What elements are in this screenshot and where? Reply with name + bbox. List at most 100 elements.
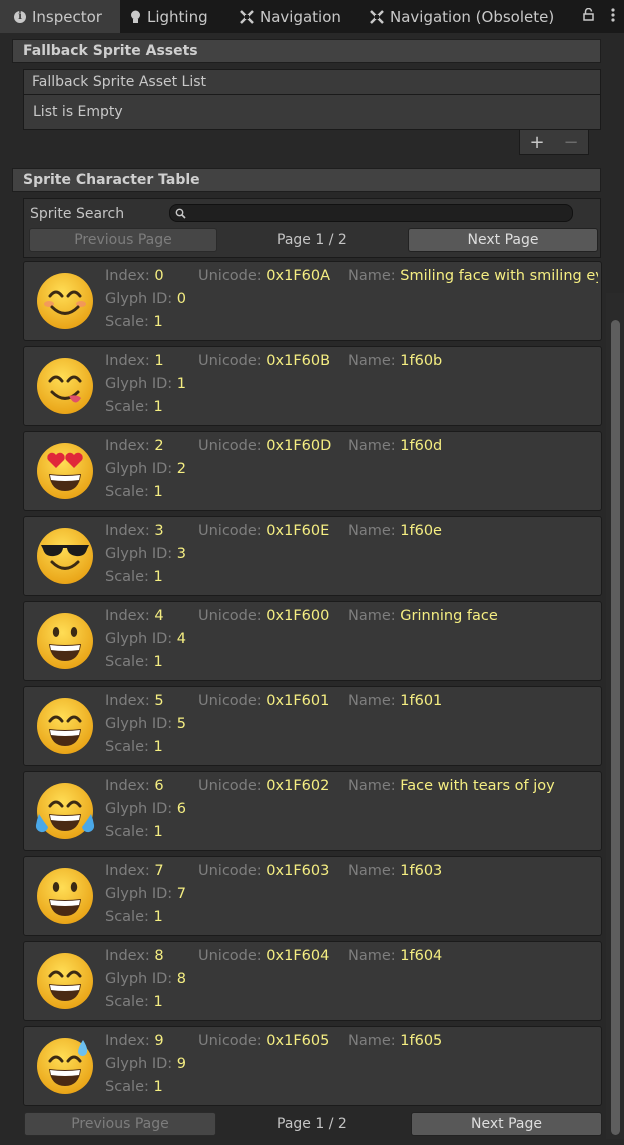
sprite-character-card[interactable]: Index: 0 Glyph ID: 0 Scale: 1 Unicode: 0x1F…	[23, 261, 602, 341]
emoji-grinning-sweat-icon	[35, 1036, 95, 1096]
index-field: Index: 9	[105, 1033, 164, 1049]
name-value: 1f60b	[400, 353, 443, 369]
unicode-value: 0x1F605	[266, 1033, 330, 1049]
glyph-id-field: Glyph ID: 6	[105, 801, 186, 817]
sprite-character-card[interactable]: Index: 7 Glyph ID: 7 Scale: 1 Unicode: 0x1F…	[23, 856, 602, 936]
scale-field: Scale: 1	[105, 314, 163, 330]
previous-page-button[interactable]: Previous Page	[29, 228, 217, 252]
empty-list-text: List is Empty	[33, 104, 123, 120]
sprite-search-input[interactable]	[169, 204, 573, 222]
lock-icon[interactable]	[583, 7, 594, 25]
unicode-field: Unicode: 0x1F600	[198, 608, 329, 624]
next-page-button-bottom[interactable]: Next Page	[411, 1112, 602, 1136]
sprite-character-card[interactable]: Index: 6 Glyph ID: 6 Scale: 1 Unicode: 0x1F…	[23, 771, 602, 851]
scale-label: Scale:	[105, 739, 154, 755]
scale-field: Scale: 1	[105, 484, 163, 500]
sprite-character-card[interactable]: Index: 5 Glyph ID: 5 Scale: 1 Unicode: 0x1F…	[23, 686, 602, 766]
name-value: 1f60d	[400, 438, 443, 454]
scale-field: Scale: 1	[105, 824, 163, 840]
sprite-character-card[interactable]: Index: 8 Glyph ID: 8 Scale: 1 Unicode: 0x1F…	[23, 941, 602, 1021]
kebab-menu-icon[interactable]	[611, 7, 615, 26]
scale-field: Scale: 1	[105, 909, 163, 925]
unicode-label: Unicode:	[198, 778, 267, 794]
tab-label: Inspector	[32, 7, 102, 26]
fallback-list-body: List is Empty	[23, 95, 601, 130]
remove-item-button[interactable]: −	[563, 132, 578, 153]
tab-lighting[interactable]: Lighting	[130, 0, 208, 33]
glyph-id-field: Glyph ID: 9	[105, 1056, 186, 1072]
glyph-id-value: 3	[176, 546, 187, 562]
scale-field: Scale: 1	[105, 739, 163, 755]
glyph-id-value: 1	[176, 376, 187, 392]
unicode-value: 0x1F60D	[266, 438, 332, 454]
name-field: Name: Smiling face with smiling eyes	[348, 268, 598, 284]
sprite-character-card[interactable]: Index: 9 Glyph ID: 9 Scale: 1 Unicode: 0x1F…	[23, 1026, 602, 1106]
index-label: Index:	[105, 693, 155, 709]
tab-inspector[interactable]: i Inspector	[0, 0, 120, 33]
name-field: Name: Grinning face	[348, 608, 598, 624]
tab-navigation[interactable]: Navigation	[240, 0, 341, 33]
tab-label: Lighting	[147, 7, 208, 26]
inspector-content: Fallback Sprite Assets Fallback Sprite A…	[0, 33, 624, 1145]
unicode-label: Unicode:	[198, 438, 267, 454]
tab-navigation-obsolete[interactable]: Navigation (Obsolete)	[370, 0, 554, 33]
scale-label: Scale:	[105, 909, 154, 925]
name-label: Name:	[348, 693, 401, 709]
glyph-id-field: Glyph ID: 4	[105, 631, 186, 647]
unicode-value: 0x1F60E	[266, 523, 330, 539]
scale-label: Scale:	[105, 654, 154, 670]
scale-value: 1	[153, 739, 163, 755]
sprite-character-card[interactable]: Index: 3 Glyph ID: 3 Scale: 1 Unicode: 0x1F…	[23, 516, 602, 596]
sprite-character-card[interactable]: Index: 4 Glyph ID: 4 Scale: 1 Unicode: 0x1F…	[23, 601, 602, 681]
tab-bar: i Inspector Lighting Navigation Navigati…	[0, 0, 624, 33]
next-page-button[interactable]: Next Page	[408, 228, 598, 252]
scale-field: Scale: 1	[105, 994, 163, 1010]
search-icon	[175, 207, 186, 223]
name-label: Name:	[348, 1033, 401, 1049]
list-footer: + −	[519, 130, 589, 155]
index-field: Index: 0	[105, 268, 164, 284]
fallback-section-header[interactable]: Fallback Sprite Assets	[12, 39, 601, 63]
name-label: Name:	[348, 948, 401, 964]
sprite-character-card[interactable]: Index: 2 Glyph ID: 2 Scale: 1 Unicode: 0x1F…	[23, 431, 602, 511]
glyph-id-label: Glyph ID:	[105, 886, 177, 902]
scale-value: 1	[153, 654, 163, 670]
page-indicator: Page 1 / 2	[277, 232, 347, 248]
scrollbar-thumb[interactable]	[611, 320, 620, 1135]
sprite-table-section-header[interactable]: Sprite Character Table	[12, 168, 601, 192]
glyph-id-label: Glyph ID:	[105, 716, 177, 732]
emoji-grinning-smiling-eyes-icon	[35, 951, 95, 1011]
glyph-id-value: 9	[176, 1056, 187, 1072]
glyph-id-value: 8	[176, 971, 187, 987]
name-field: Name: Face with tears of joy	[348, 778, 598, 794]
emoji-heart-eyes-icon	[35, 441, 95, 501]
unicode-label: Unicode:	[198, 1033, 267, 1049]
unicode-label: Unicode:	[198, 608, 267, 624]
unicode-field: Unicode: 0x1F60E	[198, 523, 329, 539]
previous-page-button-bottom[interactable]: Previous Page	[24, 1112, 216, 1136]
index-value: 3	[154, 523, 164, 539]
scale-label: Scale:	[105, 314, 154, 330]
fallback-list-header[interactable]: Fallback Sprite Asset List	[23, 69, 601, 95]
name-value: 1f601	[400, 693, 443, 709]
index-field: Index: 6	[105, 778, 164, 794]
scale-field: Scale: 1	[105, 399, 163, 415]
unicode-label: Unicode:	[198, 693, 267, 709]
name-field: Name: 1f603	[348, 863, 598, 879]
name-field: Name: 1f604	[348, 948, 598, 964]
sprite-character-card[interactable]: Index: 1 Glyph ID: 1 Scale: 1 Unicode: 0x1F…	[23, 346, 602, 426]
index-label: Index:	[105, 353, 155, 369]
index-value: 6	[154, 778, 164, 794]
glyph-id-value: 0	[176, 291, 187, 307]
name-value: Face with tears of joy	[400, 778, 555, 794]
index-label: Index:	[105, 523, 155, 539]
add-item-button[interactable]: +	[529, 132, 544, 153]
name-label: Name:	[348, 608, 401, 624]
index-value: 1	[154, 353, 164, 369]
name-label: Name:	[348, 523, 401, 539]
emoji-beaming-icon	[35, 696, 95, 756]
scale-field: Scale: 1	[105, 569, 163, 585]
name-field: Name: 1f60e	[348, 523, 598, 539]
scale-value: 1	[153, 909, 163, 925]
section-title: Fallback Sprite Assets	[23, 43, 198, 59]
